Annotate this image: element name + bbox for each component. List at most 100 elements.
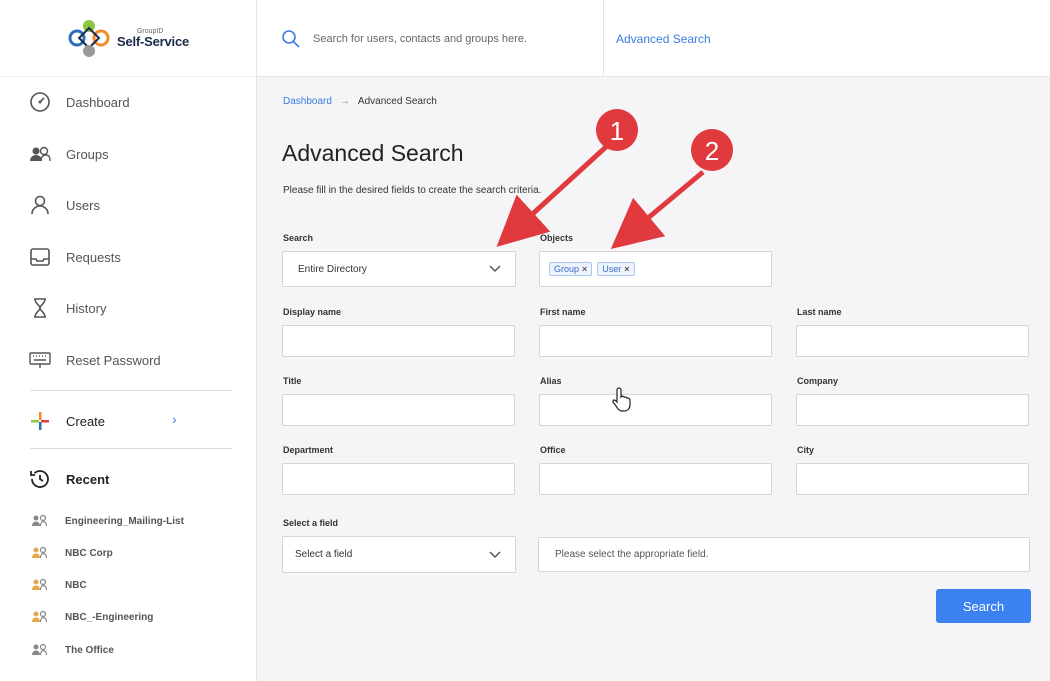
chevron-down-icon <box>489 265 501 273</box>
recent-item[interactable]: Engineering_Mailing-List <box>31 514 184 528</box>
department-field[interactable] <box>282 463 515 495</box>
close-icon[interactable]: × <box>582 264 587 274</box>
alias-label: Alias <box>540 376 562 386</box>
alias-field[interactable] <box>539 394 772 426</box>
breadcrumb-current: Advanced Search <box>357 96 437 107</box>
breadcrumb: Dashboard → Advanced Search <box>283 96 437 107</box>
object-tag-user: User × <box>597 262 635 276</box>
recent-item[interactable]: NBC Corp <box>31 546 113 560</box>
company-label: Company <box>797 376 839 386</box>
sidebar-item-history[interactable]: History <box>28 296 106 320</box>
city-field[interactable] <box>796 463 1029 495</box>
inbox-icon <box>30 248 50 266</box>
sidebar: GroupID Self-Service Dashboard Groups Us… <box>0 0 257 681</box>
sidebar-item-label: History <box>66 300 107 316</box>
recent-item-label: NBC <box>65 579 87 591</box>
display-name-label: Display name <box>283 307 342 317</box>
sidebar-item-requests[interactable]: Requests <box>28 245 121 269</box>
group-icon <box>32 643 48 656</box>
tag-label: Group <box>554 264 580 274</box>
tag-label: User <box>602 264 622 274</box>
sidebar-item-create[interactable]: Create <box>28 409 188 433</box>
user-icon <box>31 195 49 215</box>
global-search <box>257 0 604 77</box>
sidebar-item-label: Users <box>66 197 100 213</box>
title-label: Title <box>283 376 302 386</box>
close-icon[interactable]: × <box>624 264 629 274</box>
recent-item[interactable]: The Office <box>31 643 114 657</box>
sidebar-item-label: Dashboard <box>66 94 130 110</box>
annotation-number: 2 <box>705 136 719 166</box>
search-scope-select[interactable]: Entire Directory <box>282 251 516 287</box>
chevron-right-icon[interactable]: › <box>172 411 177 427</box>
search-scope-label: Search <box>283 233 314 243</box>
recent-label: Recent <box>66 471 110 487</box>
city-label: City <box>797 445 815 455</box>
arrow-right-icon: → <box>339 96 350 107</box>
annotation-arrow-2 <box>610 170 705 250</box>
select-field-label: Select a field <box>283 518 339 528</box>
recent-item[interactable]: NBC_-Engineering <box>31 610 153 624</box>
page-title: Advanced Search <box>282 140 464 166</box>
company-field[interactable] <box>796 394 1029 426</box>
page-description: Please fill in the desired fields to cre… <box>283 185 542 196</box>
display-name-field[interactable] <box>282 325 515 357</box>
history-icon <box>30 470 49 488</box>
create-label: Create <box>66 413 106 429</box>
search-scope-value: Entire Directory <box>298 263 367 275</box>
recent-header: Recent <box>28 467 109 491</box>
title-field[interactable] <box>282 394 515 426</box>
last-name-label: Last name <box>797 307 842 317</box>
first-name-field[interactable] <box>539 325 772 357</box>
last-name-field[interactable] <box>796 325 1029 357</box>
annotation-marker-1 <box>596 109 638 151</box>
search-button[interactable]: Search <box>936 589 1031 623</box>
sidebar-item-users[interactable]: Users <box>28 193 100 217</box>
keyboard-icon <box>29 352 51 368</box>
topbar: Advanced Search <box>257 0 1050 77</box>
sidebar-item-label: Requests <box>66 249 121 265</box>
dashboard-icon <box>30 92 50 112</box>
objects-tag-input[interactable]: Group × User × <box>539 251 772 287</box>
chevron-down-icon <box>489 550 501 558</box>
app-logo[interactable]: GroupID Self-Service <box>67 18 189 58</box>
recent-item[interactable]: NBC <box>31 578 87 592</box>
annotation-marker-2 <box>691 129 733 171</box>
office-field[interactable] <box>539 463 772 495</box>
sidebar-item-groups[interactable]: Groups <box>28 142 109 166</box>
office-label: Office <box>540 445 566 455</box>
plus-icon <box>31 412 49 430</box>
field-select-value: Select a field <box>295 549 353 560</box>
groups-icon <box>30 146 51 162</box>
sidebar-item-label: Groups <box>66 146 109 162</box>
annotation-number: 1 <box>610 116 624 146</box>
logo-icon <box>68 20 110 57</box>
sidebar-item-label: Reset Password <box>66 352 161 368</box>
search-icon[interactable] <box>281 29 301 49</box>
group-icon <box>32 546 48 559</box>
hand-cursor-icon <box>612 387 631 412</box>
field-select[interactable]: Select a field <box>282 536 516 573</box>
field-hint-text: Please select the appropriate field. <box>555 549 709 560</box>
recent-item-label: Engineering_Mailing-List <box>65 515 184 527</box>
sidebar-item-dashboard[interactable]: Dashboard <box>28 90 130 114</box>
advanced-search-link[interactable]: Advanced Search <box>616 32 711 46</box>
object-tag-group: Group × <box>549 262 593 276</box>
field-value-input[interactable]: Please select the appropriate field. <box>538 537 1030 572</box>
group-icon <box>32 578 48 591</box>
logo-text: Self-Service <box>116 34 190 49</box>
group-icon <box>32 610 48 623</box>
recent-item-label: The Office <box>65 644 114 656</box>
sidebar-divider <box>30 448 232 449</box>
department-label: Department <box>283 445 334 455</box>
logo-area: GroupID Self-Service <box>0 0 256 77</box>
sidebar-item-reset-password[interactable]: Reset Password <box>28 348 161 372</box>
hourglass-icon <box>34 298 46 318</box>
group-icon <box>32 514 48 527</box>
first-name-label: First name <box>540 307 586 317</box>
recent-item-label: NBC_-Engineering <box>65 611 154 623</box>
search-input[interactable] <box>313 28 583 50</box>
breadcrumb-dashboard[interactable]: Dashboard <box>283 96 332 107</box>
recent-item-label: NBC Corp <box>65 547 113 559</box>
objects-label: Objects <box>540 233 574 243</box>
